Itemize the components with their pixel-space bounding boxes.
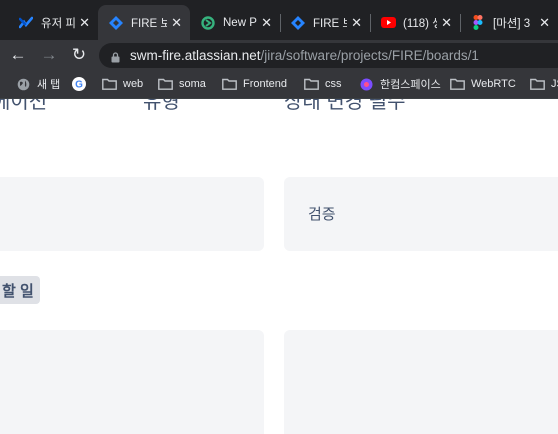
tab-youtube[interactable]: (118) 생 ✕ [370,5,461,40]
bookmark-google[interactable]: G [71,76,87,92]
column-title-review: 검증 [308,206,336,223]
column-header-type: 유형 [143,99,180,113]
board-cell-left[interactable] [0,330,264,434]
hancom-icon [358,76,374,92]
bookmark-new-tab[interactable]: 새 탭 [15,76,60,92]
bookmark-folder-frontend[interactable]: Frontend [221,76,287,92]
jira-icon [108,15,124,31]
confluence-icon [18,15,34,31]
close-icon[interactable]: ✕ [539,15,550,31]
board-column-review[interactable]: 검증 [284,177,558,251]
swimlane-todo[interactable]: 할 일 [0,276,40,304]
close-icon[interactable]: ✕ [441,15,452,31]
column-header-assignee: 에이전 [0,99,48,113]
board-column-left[interactable] [0,177,264,251]
address-bar[interactable]: swm-fire.atlassian.net/jira/software/pro… [99,43,558,68]
figma-icon [470,15,486,31]
folder-icon [221,76,237,92]
close-icon[interactable]: ✕ [261,15,272,31]
folder-icon [157,76,173,92]
tab-jira-active[interactable]: FIRE 보 ✕ [98,5,190,40]
url-host: swm-fire.atlassian.net [130,48,261,63]
lock-icon [111,50,120,68]
close-icon[interactable]: ✕ [351,15,362,31]
url-text[interactable]: swm-fire.atlassian.net/jira/software/pro… [130,48,479,63]
tab-jira[interactable]: FIRE 보 ✕ [280,5,371,40]
tab-figma[interactable]: [마션] 3 ✕ [460,5,558,40]
tab-strip: 유저 피 ✕ FIRE 보 ✕ New P ✕ FIRE 보 ✕ (118) 생… [0,0,558,40]
svg-text:G: G [75,80,83,91]
bookmarks-bar: 새 탭 G web soma Frontend css 한컴스페이스 WebRT… [0,70,558,99]
bookmark-folder-webrtc[interactable]: WebRTC [449,76,516,92]
bookmark-folder-js[interactable]: JS [529,76,558,92]
folder-icon [529,76,545,92]
folder-icon [101,76,117,92]
browser-toolbar: ← → ↻ swm-fire.atlassian.net/jira/softwa… [0,40,558,70]
board-content: 에이전 유형 상태 변경 필수 검증 할 일 [0,99,558,434]
google-icon: G [71,76,87,92]
bookmark-hancom-space[interactable]: 한컴스페이스 [358,76,441,92]
jira-icon [290,15,306,31]
reload-icon[interactable]: ↻ [68,44,90,66]
board-cell-review[interactable] [284,330,558,434]
forward-arrow-icon[interactable]: → [38,44,60,66]
bookmark-folder-web[interactable]: web [101,76,143,92]
tab-new-page[interactable]: New P ✕ [190,5,281,40]
column-header-required: 상태 변경 필수 [284,99,406,113]
new-page-icon [200,15,216,31]
swimlane-label: 할 일 [2,282,34,300]
close-icon[interactable]: ✕ [171,15,182,31]
back-arrow-icon[interactable]: ← [7,44,29,66]
bookmark-folder-soma[interactable]: soma [157,76,206,92]
globe-icon [15,76,31,92]
folder-icon [449,76,465,92]
close-icon[interactable]: ✕ [79,15,90,31]
youtube-icon [380,15,396,31]
url-path: /jira/software/projects/FIRE/boards/1 [260,48,479,63]
tab-confluence[interactable]: 유저 피 ✕ [8,5,99,40]
bookmark-folder-css[interactable]: css [303,76,342,92]
folder-icon [303,76,319,92]
